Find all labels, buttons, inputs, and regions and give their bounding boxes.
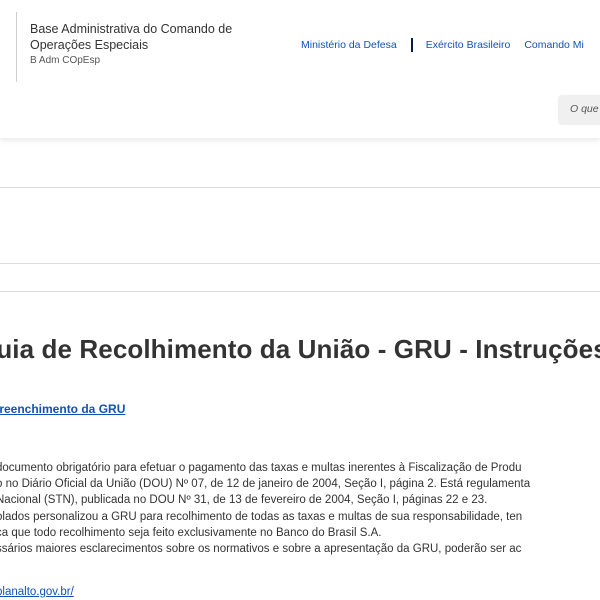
brand-name-line1: Base Administrativa do Comando de (30, 22, 233, 36)
page-title: Guia de Recolhimento da União - GRU - In… (0, 334, 600, 364)
brand-name-line2: Operações Especiais (30, 38, 149, 52)
section-divider (0, 187, 600, 188)
article-body: documento obrigatório para efetuar o pag… (0, 460, 600, 557)
brand-divider (16, 12, 17, 82)
paragraph-line: Nacional (STN), publicada no DOU Nº 31, … (0, 494, 488, 507)
gru-preenchimento-link[interactable]: preenchimento da GRU (0, 402, 125, 416)
link-comando[interactable]: Comando Mi (524, 39, 584, 51)
paragraph-line: o no Diário Oficial da União (DOU) Nº 07… (0, 478, 531, 491)
site-header: Base Administrativa do Comando de Operaç… (0, 0, 600, 138)
paragraph-line: documento obrigatório para efetuar o pag… (0, 462, 522, 474)
paragraph-line: ssários maiores esclarecimentos sobre os… (0, 543, 522, 556)
site-brand[interactable]: Base Administrativa do Comando de Operaç… (30, 21, 270, 68)
section-divider (0, 291, 600, 292)
paragraph-line: ca que todo recolhimento seja feito excl… (0, 526, 382, 539)
search-input[interactable]: O que (558, 95, 600, 125)
planalto-link[interactable]: planalto.gov.br/ (0, 586, 74, 598)
link-ministerio-da-defesa[interactable]: Ministério da Defesa (301, 39, 397, 51)
search-placeholder: O que (570, 103, 599, 115)
section-divider (0, 263, 600, 264)
brand-abbreviation: B Adm COpEsp (30, 55, 101, 66)
header-top-links: Ministério da Defesa Exército Brasileiro C… (301, 38, 584, 52)
paragraph-line: olados personalizou a GRU para recolhime… (0, 510, 523, 523)
link-separator (410, 38, 413, 52)
link-exercito-brasileiro[interactable]: Exército Brasileiro (426, 39, 511, 51)
